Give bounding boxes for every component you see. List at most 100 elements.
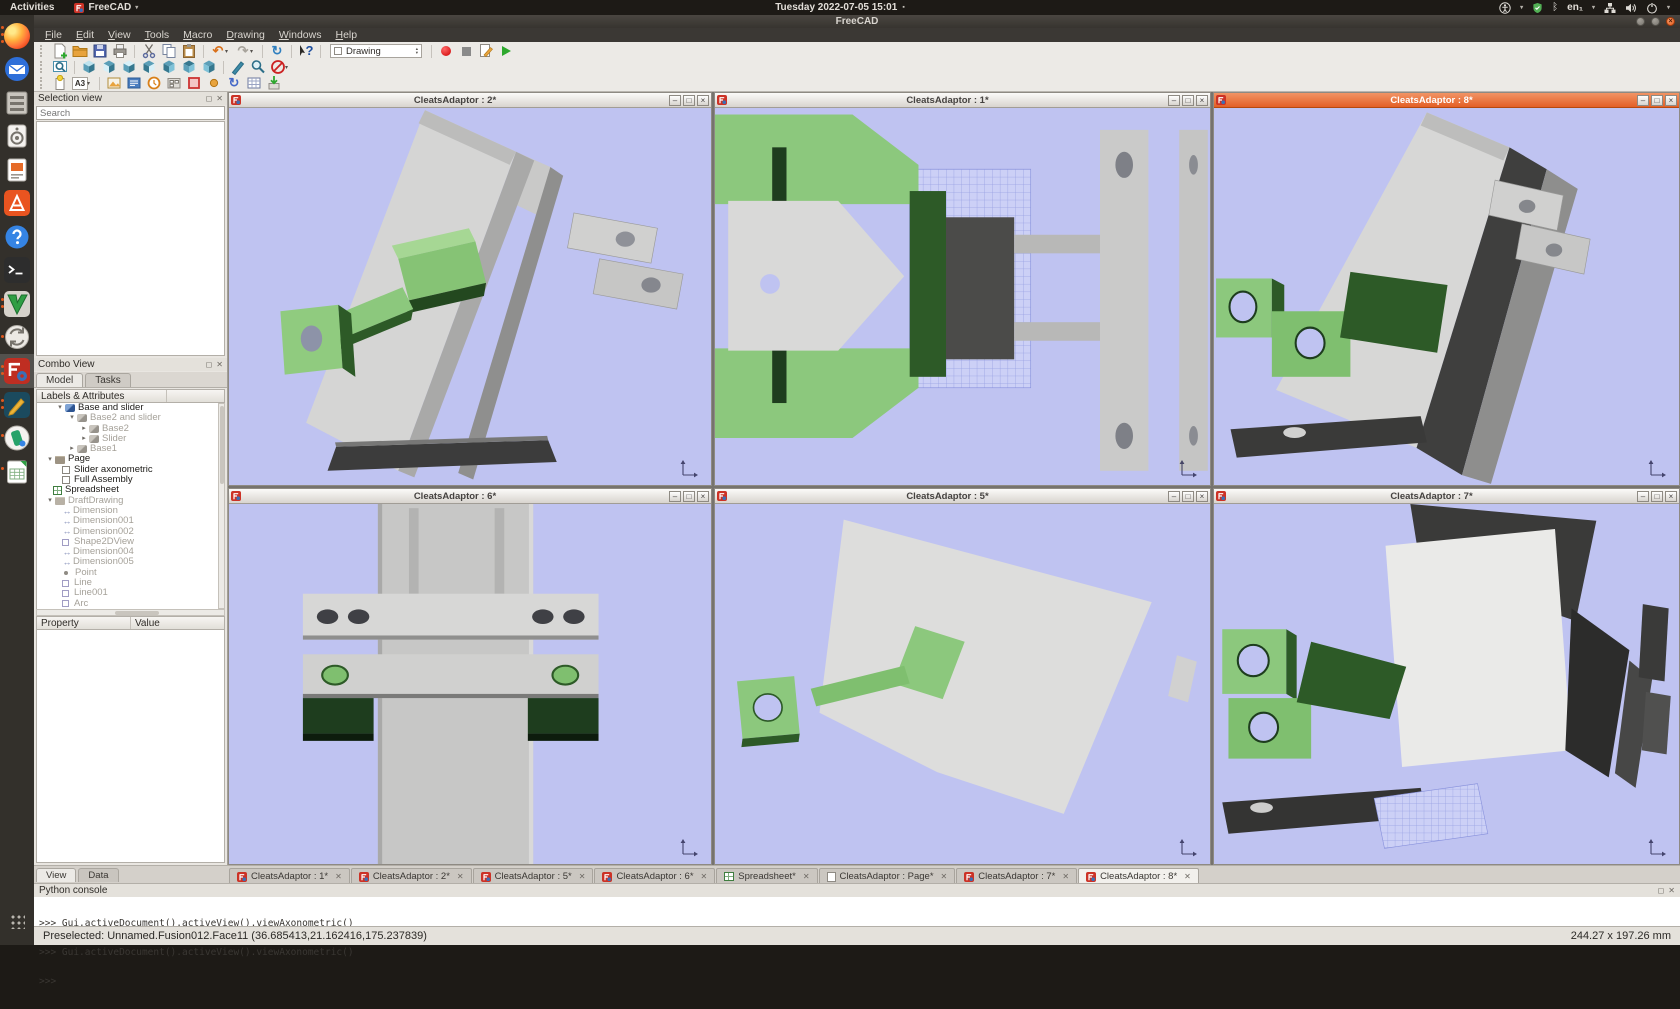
draft-clone-button[interactable] bbox=[144, 75, 164, 91]
save-button[interactable] bbox=[90, 43, 110, 59]
freecad-icon[interactable] bbox=[4, 358, 30, 384]
close-tab-icon[interactable]: ✕ bbox=[701, 872, 708, 881]
close-tab-icon[interactable]: ✕ bbox=[335, 872, 342, 881]
clock[interactable]: Tuesday 2022-07-05 15:01 ▪ bbox=[775, 2, 905, 13]
libreoffice-impress-icon[interactable] bbox=[4, 157, 30, 183]
copy-button[interactable] bbox=[159, 43, 179, 59]
menu-macro[interactable]: Macro bbox=[176, 29, 219, 42]
export-page-button[interactable] bbox=[264, 75, 284, 91]
volume-icon[interactable] bbox=[1625, 2, 1637, 14]
builder-icon[interactable] bbox=[4, 392, 30, 418]
print-button[interactable] bbox=[110, 43, 130, 59]
close-tab-icon[interactable]: ✕ bbox=[1062, 872, 1069, 881]
left-view-button[interactable] bbox=[199, 59, 219, 75]
3d-viewport[interactable] bbox=[229, 108, 711, 485]
selection-list[interactable] bbox=[36, 121, 225, 356]
search-input[interactable] bbox=[36, 106, 225, 120]
mdi-title-bar[interactable]: CleatsAdaptor : 2* – □ × bbox=[229, 93, 711, 108]
close-window-button[interactable]: × bbox=[1666, 17, 1675, 26]
3d-viewport[interactable] bbox=[229, 504, 711, 864]
mdi-close-button[interactable]: × bbox=[1665, 491, 1677, 502]
tab-view[interactable]: View bbox=[36, 868, 76, 882]
accessibility-icon[interactable] bbox=[1499, 2, 1511, 14]
tree-item[interactable]: ▸Base1 bbox=[37, 444, 224, 454]
projection-table-button[interactable] bbox=[244, 75, 264, 91]
tree-header-label[interactable]: Labels & Attributes bbox=[37, 390, 167, 402]
tree-vertical-scrollbar[interactable] bbox=[218, 403, 225, 609]
mdi-minimize-button[interactable]: – bbox=[669, 491, 681, 502]
ubuntu-software-icon[interactable] bbox=[4, 190, 30, 216]
mdi-title-bar[interactable]: CleatsAdaptor : 8* – □ × bbox=[1214, 93, 1679, 108]
mdi-restore-button[interactable]: □ bbox=[1182, 95, 1194, 106]
float-panel-icon[interactable]: ◻ bbox=[206, 360, 213, 369]
close-tab-icon[interactable]: ✕ bbox=[457, 872, 464, 881]
document-tab[interactable]: CleatsAdaptor : 1*✕ bbox=[229, 868, 350, 884]
media-player-icon[interactable] bbox=[4, 123, 30, 149]
axonometric-view-button[interactable] bbox=[79, 59, 99, 75]
paper-size-dropdown[interactable]: ▾ bbox=[87, 80, 95, 87]
document-tab[interactable]: CleatsAdaptor : 2*✕ bbox=[351, 868, 472, 884]
macro-play-button[interactable] bbox=[496, 43, 516, 59]
zoom-button[interactable] bbox=[248, 59, 268, 75]
show-applications-icon[interactable] bbox=[9, 913, 25, 929]
firefox-icon[interactable] bbox=[4, 23, 30, 49]
cut-button[interactable] bbox=[139, 43, 159, 59]
macro-edit-button[interactable] bbox=[476, 43, 496, 59]
3d-viewport[interactable] bbox=[715, 504, 1210, 864]
help-icon[interactable] bbox=[4, 224, 30, 250]
document-tab[interactable]: Spreadsheet*✕ bbox=[716, 868, 817, 884]
close-tab-icon[interactable]: ✕ bbox=[579, 872, 586, 881]
mdi-title-bar[interactable]: CleatsAdaptor : 6* – □ × bbox=[229, 489, 711, 504]
tree-item[interactable]: ▾Base2 and slider bbox=[37, 413, 224, 423]
checkbox[interactable] bbox=[62, 466, 70, 474]
menu-help[interactable]: Help bbox=[328, 29, 364, 42]
tab-model[interactable]: Model bbox=[36, 373, 83, 387]
mdi-close-button[interactable]: × bbox=[1665, 95, 1677, 106]
network-icon[interactable] bbox=[1604, 2, 1616, 14]
close-panel-icon[interactable]: ✕ bbox=[216, 360, 223, 369]
tab-data[interactable]: Data bbox=[78, 868, 118, 882]
document-tab[interactable]: CleatsAdaptor : 5*✕ bbox=[473, 868, 594, 884]
toolbar-handle[interactable] bbox=[40, 61, 46, 73]
close-tab-icon[interactable]: ✕ bbox=[1184, 872, 1191, 881]
mdi-restore-button[interactable]: □ bbox=[1651, 95, 1663, 106]
mdi-restore-button[interactable]: □ bbox=[683, 491, 695, 502]
mdi-close-button[interactable]: × bbox=[1196, 95, 1208, 106]
mdi-minimize-button[interactable]: – bbox=[1637, 95, 1649, 106]
fit-all-button[interactable] bbox=[50, 59, 70, 75]
macro-record-button[interactable] bbox=[436, 43, 456, 59]
clipping-dropdown[interactable]: ▾ bbox=[285, 64, 293, 71]
checkbox[interactable] bbox=[62, 476, 70, 484]
tree-item[interactable]: Line bbox=[37, 578, 224, 588]
ortho-views-button[interactable] bbox=[164, 75, 184, 91]
tree-horizontal-scrollbar[interactable] bbox=[36, 609, 225, 616]
menu-edit[interactable]: Edit bbox=[69, 29, 101, 42]
phone-app-icon[interactable] bbox=[4, 425, 30, 451]
property-column-header[interactable]: Property bbox=[37, 617, 131, 629]
macro-stop-button[interactable] bbox=[456, 43, 476, 59]
tree-item[interactable]: Point bbox=[37, 568, 224, 578]
tree-item[interactable]: ▸Base2 bbox=[37, 424, 224, 434]
python-console-body[interactable]: >>> Gui.activeDocument().activeView().vi… bbox=[34, 897, 1680, 1009]
tree-item[interactable]: Line001 bbox=[37, 588, 224, 598]
close-panel-icon[interactable]: ✕ bbox=[216, 94, 223, 103]
tree-item[interactable]: ↔Dimension005 bbox=[37, 557, 224, 567]
menu-view[interactable]: View bbox=[101, 29, 138, 42]
menu-tools[interactable]: Tools bbox=[138, 29, 177, 42]
bluetooth-icon[interactable]: ᛒ bbox=[1552, 3, 1558, 13]
menu-windows[interactable]: Windows bbox=[272, 29, 329, 42]
terminal-icon[interactable] bbox=[4, 257, 30, 283]
measure-button[interactable] bbox=[228, 59, 248, 75]
whats-this-button[interactable]: ? bbox=[296, 43, 316, 59]
menu-file[interactable]: File bbox=[38, 29, 69, 42]
mdi-restore-button[interactable]: □ bbox=[1651, 491, 1663, 502]
close-tab-icon[interactable]: ✕ bbox=[941, 872, 948, 881]
document-tab[interactable]: CleatsAdaptor : 7*✕ bbox=[956, 868, 1077, 884]
close-panel-icon[interactable]: ✕ bbox=[1668, 886, 1675, 895]
refresh-button[interactable]: ↻ bbox=[267, 43, 287, 59]
close-tab-icon[interactable]: ✕ bbox=[803, 872, 810, 881]
mdi-title-bar[interactable]: CleatsAdaptor : 1* – □ × bbox=[715, 93, 1210, 108]
mdi-restore-button[interactable]: □ bbox=[1182, 491, 1194, 502]
keyboard-layout-indicator[interactable]: en₁ bbox=[1567, 2, 1583, 13]
draft-symbol-button[interactable] bbox=[184, 75, 204, 91]
